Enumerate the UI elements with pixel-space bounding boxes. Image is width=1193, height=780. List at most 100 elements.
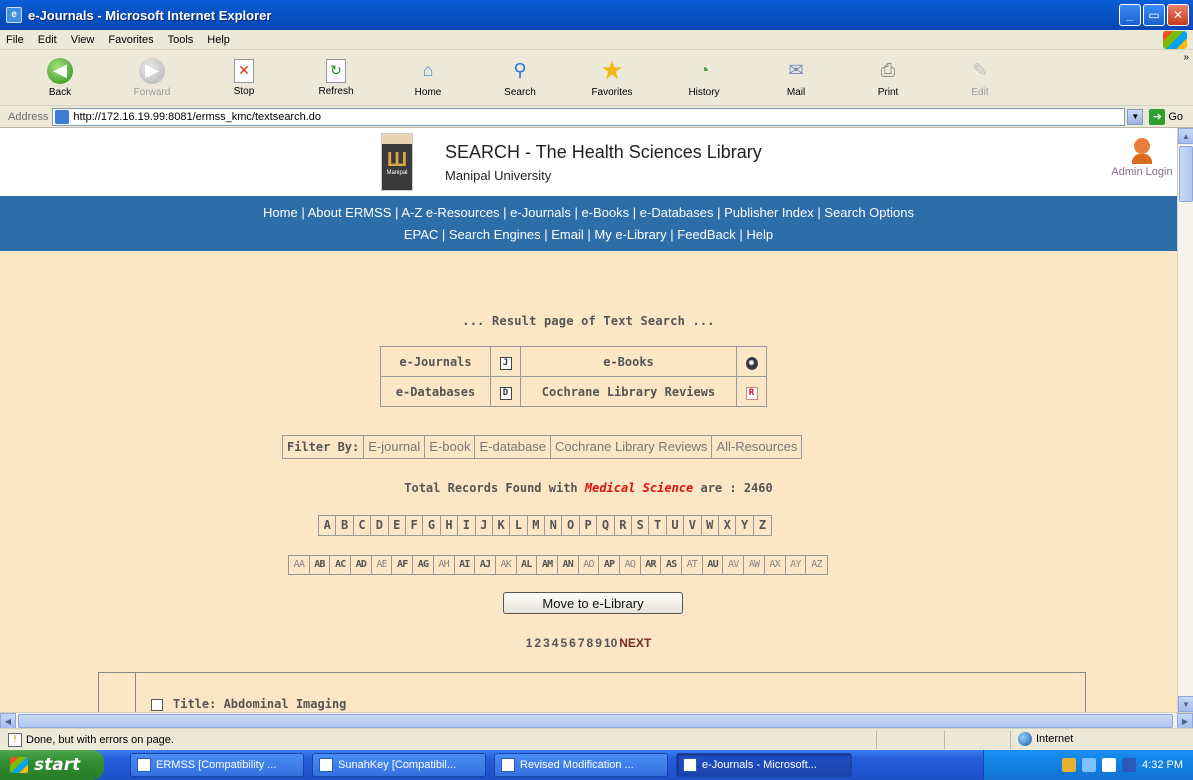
alpha-pair-ax[interactable]: AX — [765, 556, 786, 574]
taskbar-item-4[interactable]: e-Journals - Microsoft... — [676, 753, 852, 777]
cochrane-icon[interactable]: R — [745, 386, 758, 400]
tray-word-icon[interactable] — [1122, 758, 1137, 772]
nav-link-search-engines[interactable]: Search Engines — [449, 227, 541, 242]
edatabase-icon[interactable]: D — [499, 386, 512, 400]
alpha-letter-y[interactable]: Y — [736, 516, 754, 535]
alpha-letter-t[interactable]: T — [649, 516, 667, 535]
page-link-5[interactable]: 5 — [560, 636, 567, 650]
nav-link-e-books[interactable]: e-Books — [581, 205, 629, 220]
menu-edit[interactable]: Edit — [38, 34, 57, 46]
start-button[interactable]: start — [0, 750, 104, 780]
resource-ejournals-link[interactable]: e-Journals — [380, 346, 491, 377]
nav-link-search-options[interactable]: Search Options — [824, 205, 914, 220]
alpha-pair-aa[interactable]: AA — [289, 556, 310, 574]
alpha-letter-l[interactable]: L — [510, 516, 528, 535]
tray-volume-icon[interactable] — [1102, 758, 1117, 772]
taskbar-item-1[interactable]: ERMSS [Compatibility ... — [130, 753, 304, 777]
alpha-pair-ao[interactable]: AO — [579, 556, 600, 574]
alpha-letter-a[interactable]: A — [319, 516, 337, 535]
ebook-icon[interactable]: ◉ — [745, 356, 758, 370]
nav-link-publisher-index[interactable]: Publisher Index — [724, 205, 814, 220]
address-field[interactable] — [52, 107, 1126, 126]
alpha-pair-ac[interactable]: AC — [330, 556, 352, 574]
resource-ebooks-link[interactable]: e-Books — [520, 346, 737, 377]
alpha-letter-b[interactable]: B — [336, 516, 354, 535]
close-button[interactable]: ✕ — [1167, 4, 1189, 26]
clock[interactable]: 4:32 PM — [1142, 759, 1183, 771]
ejournal-icon[interactable]: J — [499, 356, 512, 370]
nav-link-home[interactable]: Home — [263, 205, 298, 220]
scroll-left-icon[interactable]: ◀ — [0, 713, 16, 729]
menu-help[interactable]: Help — [207, 34, 230, 46]
alpha-pair-ad[interactable]: AD — [351, 556, 372, 574]
alpha-pair-am[interactable]: AM — [537, 556, 558, 574]
alpha-letter-o[interactable]: O — [562, 516, 580, 535]
resource-edatabases-link[interactable]: e-Databases — [380, 376, 491, 407]
page-link-3[interactable]: 3 — [543, 636, 550, 650]
toolbar-forward-button[interactable]: ▶ Forward — [106, 51, 198, 105]
filter-all-resources[interactable]: All-Resources — [712, 436, 801, 458]
toolbar-stop-button[interactable]: ✕ Stop — [198, 51, 290, 105]
nav-link-about-ermss[interactable]: About ERMSS — [308, 205, 392, 220]
alpha-letter-u[interactable]: U — [667, 516, 685, 535]
page-link-6[interactable]: 6 — [569, 636, 576, 650]
alpha-pair-ah[interactable]: AH — [434, 556, 455, 574]
page-link-9[interactable]: 9 — [595, 636, 602, 650]
alpha-letter-x[interactable]: X — [719, 516, 737, 535]
alpha-letter-h[interactable]: H — [441, 516, 459, 535]
page-link-8[interactable]: 8 — [587, 636, 594, 650]
address-input[interactable] — [73, 110, 1125, 123]
admin-login-link[interactable]: Admin Login — [1107, 138, 1177, 178]
toolbar-edit-button[interactable]: ✎ Edit — [934, 51, 1026, 105]
alpha-pair-au[interactable]: AU — [703, 556, 724, 574]
alpha-letter-e[interactable]: E — [389, 516, 406, 535]
address-dropdown-icon[interactable]: ▼ — [1127, 108, 1144, 125]
alpha-pair-ar[interactable]: AR — [641, 556, 662, 574]
alpha-pair-ab[interactable]: AB — [310, 556, 331, 574]
alpha-pair-az[interactable]: AZ — [806, 556, 827, 574]
alpha-letter-i[interactable]: I — [458, 516, 476, 535]
alpha-letter-s[interactable]: S — [632, 516, 650, 535]
horizontal-scroll-thumb[interactable] — [18, 714, 1173, 728]
menu-tools[interactable]: Tools — [168, 34, 194, 46]
scroll-up-icon[interactable]: ▲ — [1178, 128, 1193, 144]
taskbar-item-3[interactable]: Revised Modification ... — [494, 753, 668, 777]
minimize-button[interactable]: _ — [1119, 4, 1141, 26]
alpha-pair-ag[interactable]: AG — [413, 556, 434, 574]
toolbar-favorites-button[interactable]: ★ Favorites — [566, 51, 658, 105]
alpha-pair-ai[interactable]: AI — [455, 556, 476, 574]
alpha-pair-ae[interactable]: AE — [372, 556, 393, 574]
nav-link-e-journals[interactable]: e-Journals — [510, 205, 571, 220]
page-link-10[interactable]: 10 — [604, 636, 617, 650]
toolbar-mail-button[interactable]: ✉ Mail — [750, 51, 842, 105]
alpha-letter-j[interactable]: J — [476, 516, 493, 535]
scroll-right-icon[interactable]: ▶ — [1177, 713, 1193, 729]
horizontal-scrollbar[interactable]: ◀ ▶ — [0, 712, 1193, 729]
alpha-letter-g[interactable]: G — [423, 516, 441, 535]
menu-view[interactable]: View — [71, 34, 95, 46]
page-link-7[interactable]: 7 — [578, 636, 585, 650]
nav-link-feedback[interactable]: FeedBack — [677, 227, 736, 242]
toolbar-chevron-icon[interactable]: » — [1183, 52, 1189, 63]
alpha-letter-d[interactable]: D — [371, 516, 389, 535]
nav-link-email[interactable]: Email — [551, 227, 584, 242]
alpha-pair-ak[interactable]: AK — [496, 556, 517, 574]
page-link-4[interactable]: 4 — [552, 636, 559, 650]
alpha-pair-as[interactable]: AS — [661, 556, 683, 574]
filter-cochrane[interactable]: Cochrane Library Reviews — [551, 436, 713, 458]
alpha-pair-aj[interactable]: AJ — [475, 556, 496, 574]
nav-link-e-databases[interactable]: e-Databases — [640, 205, 714, 220]
alpha-letter-r[interactable]: R — [615, 516, 633, 535]
alpha-pair-al[interactable]: AL — [517, 556, 538, 574]
alpha-letter-z[interactable]: Z — [754, 516, 771, 535]
filter-edatabase[interactable]: E-database — [475, 436, 551, 458]
alpha-pair-aq[interactable]: AQ — [620, 556, 641, 574]
page-next-link[interactable]: NEXT — [619, 636, 651, 650]
menu-favorites[interactable]: Favorites — [108, 34, 153, 46]
alpha-pair-af[interactable]: AF — [392, 556, 414, 574]
alpha-letter-p[interactable]: P — [580, 516, 598, 535]
vertical-scrollbar[interactable]: ▲ ▼ — [1177, 128, 1193, 712]
page-link-1[interactable]: 1 — [526, 636, 533, 650]
tray-help-icon[interactable] — [1062, 758, 1077, 772]
page-link-2[interactable]: 2 — [534, 636, 541, 650]
